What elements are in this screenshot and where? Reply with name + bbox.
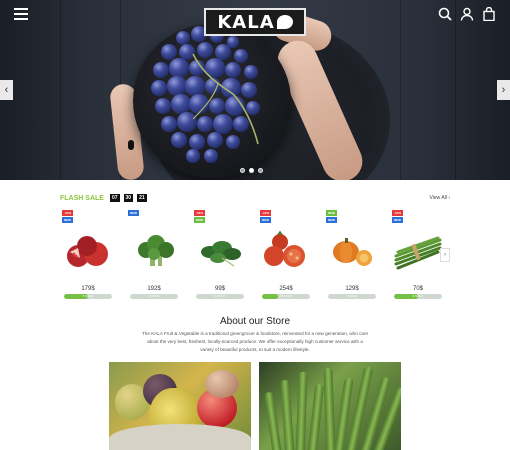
flash-sale-title: FLASH SALE	[60, 194, 104, 202]
product-card[interactable]: -10% NEW 179$ 5 SOLD	[56, 210, 120, 302]
logo-text: KALA	[217, 11, 275, 33]
slider-next-button[interactable]: ›	[497, 80, 510, 100]
about-title: About our Store	[219, 316, 291, 327]
slider-dots	[240, 168, 263, 173]
sold-progress-bar: 9 SOLD	[394, 294, 442, 299]
countdown-minutes: 30	[123, 194, 134, 202]
slider-dot[interactable]	[258, 168, 263, 173]
slider-prev-button[interactable]: ‹	[0, 80, 13, 100]
flash-sale-header: FLASH SALE 07 30 21	[60, 194, 147, 202]
gallery-image-fruits[interactable]	[109, 362, 251, 450]
logo[interactable]: KALA	[204, 8, 306, 36]
product-card[interactable]: NEW NEW 129$ 0 SOLD	[320, 210, 384, 302]
slider-dot[interactable]	[240, 168, 245, 173]
product-image-pomegranate[interactable]	[60, 226, 116, 272]
chevron-right-icon: ›	[444, 252, 446, 258]
sold-progress-label: 0 SOLD	[214, 294, 226, 298]
new-badge: NEW	[62, 217, 73, 223]
sold-progress-bar: 0 SOLD	[196, 294, 244, 299]
product-price: 129$	[345, 286, 359, 292]
product-price: 70$	[412, 286, 423, 292]
product-card[interactable]: NEW 192$ 0 SOLD	[122, 210, 186, 302]
product-price: 254$	[279, 286, 293, 292]
grape-stem	[192, 53, 259, 145]
view-all-label: View All	[429, 195, 447, 201]
chevron-right-icon: ›	[448, 195, 450, 201]
product-image-pumpkin[interactable]	[324, 226, 380, 272]
about-text: The KALA Fruit & Vegetable is a traditio…	[142, 331, 368, 352]
bag-icon[interactable]	[482, 7, 496, 21]
sold-progress-label: 0 SOLD	[346, 294, 358, 298]
logo-mark-icon	[276, 15, 293, 29]
sold-progress-label: 17 SOLD	[279, 294, 293, 298]
discount-badge: -10%	[62, 210, 74, 216]
product-price: 99$	[214, 286, 225, 292]
discount-badge: -10%	[392, 210, 404, 216]
header-actions	[438, 7, 496, 21]
product-image-broccoli[interactable]	[126, 226, 182, 272]
gallery-image-asparagus[interactable]	[259, 362, 401, 450]
user-icon[interactable]	[460, 7, 474, 21]
menu-icon[interactable]	[14, 8, 28, 20]
product-image-green-beans[interactable]	[390, 226, 446, 272]
product-image-herbs[interactable]	[192, 226, 248, 272]
sold-progress-label: 9 SOLD	[412, 294, 424, 298]
new-badge: NEW	[194, 217, 205, 223]
discount-badge: -10%	[194, 210, 206, 216]
sold-progress-bar: 5 SOLD	[64, 294, 112, 299]
discount-badge: -10%	[260, 210, 272, 216]
sold-progress-bar: 0 SOLD	[328, 294, 376, 299]
product-card[interactable]: -10% NEW 99$ 0 SOLD	[188, 210, 252, 302]
new-badge: NEW	[128, 210, 139, 216]
grape-bowl	[133, 24, 291, 178]
view-all-link[interactable]: View All ›	[430, 195, 450, 201]
hero-slider: KALA ‹ ›	[0, 0, 510, 180]
product-image-tomatoes[interactable]	[258, 226, 314, 272]
new-badge: NEW	[326, 217, 337, 223]
countdown-hours: 07	[109, 194, 120, 202]
countdown-seconds: 21	[137, 194, 147, 202]
product-price: 192$	[147, 286, 161, 292]
new-badge: NEW	[260, 217, 271, 223]
sold-progress-bar: 0 SOLD	[130, 294, 178, 299]
search-icon[interactable]	[438, 7, 452, 21]
slider-dot-active[interactable]	[249, 168, 254, 173]
products-next-button[interactable]: ›	[440, 248, 450, 262]
sold-progress-label: 0 SOLD	[148, 294, 160, 298]
sold-progress-bar: 17 SOLD	[262, 294, 310, 299]
flash-sale-products: -10% NEW 179$ 5 SOLD NEW 192$ 0 SOLD -10…	[56, 210, 448, 302]
sold-progress-label: 5 SOLD	[82, 294, 94, 298]
new-badge: NEW	[392, 217, 403, 223]
product-card[interactable]: -10% NEW 254$ 17 SOLD	[254, 210, 318, 302]
new-badge: NEW	[326, 210, 337, 216]
product-price: 179$	[81, 286, 95, 292]
